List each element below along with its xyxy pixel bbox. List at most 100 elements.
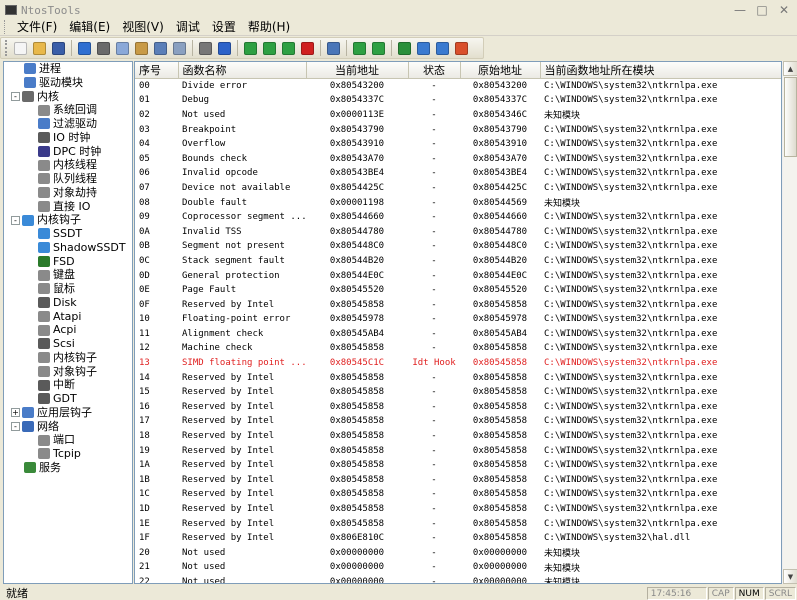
tree-item[interactable]: 队列线程 bbox=[4, 172, 132, 186]
table-row[interactable]: 00 Divide error 0x80543200 - 0x80543200 C:\WI… bbox=[135, 79, 781, 94]
table-row[interactable]: 1B Reserved by Intel 0x80545858 - 0x80545858… bbox=[135, 473, 781, 488]
tree-item[interactable]: 内核线程 bbox=[4, 158, 132, 172]
table-row[interactable]: 0E Page Fault 0x80545520 - 0x80545520 C:\WIND… bbox=[135, 283, 781, 298]
tree-item[interactable]: Acpi bbox=[4, 323, 132, 337]
tree-item[interactable]: 进程 bbox=[4, 62, 132, 76]
save-button[interactable] bbox=[50, 40, 67, 57]
table-row[interactable]: 0F Reserved by Intel 0x80545858 - 0x80545858… bbox=[135, 297, 781, 312]
tree-item[interactable]: FSD bbox=[4, 255, 132, 269]
monitor-button[interactable] bbox=[396, 40, 413, 57]
column-module[interactable]: 当前函数地址所在模块 bbox=[540, 62, 781, 79]
table-row[interactable]: 08 Double fault 0x00001198 - 0x80544569 未知模块 bbox=[135, 195, 781, 210]
column-current-address[interactable]: 当前地址 bbox=[306, 62, 409, 79]
tree-item[interactable]: - 网络 bbox=[4, 420, 132, 434]
tree-item[interactable]: - 内核钩子 bbox=[4, 213, 132, 227]
tree-item[interactable]: 中断 bbox=[4, 378, 132, 392]
minimize-button[interactable]: — bbox=[731, 2, 749, 18]
tree-item[interactable]: 驱动模块 bbox=[4, 76, 132, 90]
table-row[interactable]: 04 Overflow 0x80543910 - 0x80543910 C:\WINDOW… bbox=[135, 137, 781, 152]
delete-button[interactable] bbox=[171, 40, 188, 57]
search-button[interactable] bbox=[325, 40, 342, 57]
table-row[interactable]: 12 Machine check 0x80545858 - 0x80545858 C:\W… bbox=[135, 341, 781, 356]
tree-item[interactable]: 端口 bbox=[4, 433, 132, 447]
table-row[interactable]: 21 Not used 0x00000000 - 0x00000000 未知模块 bbox=[135, 560, 781, 575]
table-row[interactable]: 06 Invalid opcode 0x80543BE4 - 0x80543BE4 C:\… bbox=[135, 166, 781, 181]
toolbar-grip[interactable] bbox=[5, 40, 8, 56]
collapse-icon[interactable]: - bbox=[11, 215, 20, 225]
scroll-up-button[interactable]: ▲ bbox=[783, 61, 797, 76]
scroll-down-button[interactable]: ▼ bbox=[783, 569, 797, 584]
menu-debug[interactable]: 调试 bbox=[170, 19, 206, 35]
vertical-scrollbar[interactable]: ▲ ▼ bbox=[782, 61, 797, 584]
table-row[interactable]: 20 Not used 0x00000000 - 0x00000000 未知模块 bbox=[135, 546, 781, 561]
tree-item[interactable]: 鼠标 bbox=[4, 282, 132, 296]
table-row[interactable]: 02 Not used 0x0000113E - 0x8054346C 未知模块 bbox=[135, 108, 781, 123]
table-row[interactable]: 11 Alignment check 0x80545AB4 - 0x80545AB4 C:… bbox=[135, 327, 781, 342]
tree-item[interactable]: ShadowSSDT bbox=[4, 241, 132, 255]
column-original-address[interactable]: 原始地址 bbox=[460, 62, 541, 79]
table-row[interactable]: 13 SIMD floating point ... 0x80545C1C Idt H… bbox=[135, 356, 781, 371]
table-row[interactable]: 09 Coprocessor segment ... 0x80544660 - 0x80… bbox=[135, 210, 781, 225]
table-row[interactable]: 07 Device not available 0x8054425C - 0x80544… bbox=[135, 181, 781, 196]
tree-item[interactable]: Atapi bbox=[4, 310, 132, 324]
close-button[interactable] bbox=[299, 40, 316, 57]
table-row[interactable]: 19 Reserved by Intel 0x80545858 - 0x80545858… bbox=[135, 443, 781, 458]
table-row[interactable]: 17 Reserved by Intel 0x80545858 - 0x80545858… bbox=[135, 414, 781, 429]
tree-item[interactable]: 直接 IO bbox=[4, 200, 132, 214]
palette-button[interactable] bbox=[453, 40, 470, 57]
column-status[interactable]: 状态 bbox=[408, 62, 461, 79]
tree-item[interactable]: Scsi bbox=[4, 337, 132, 351]
tree-item[interactable]: - 内核 bbox=[4, 90, 132, 104]
menu-file[interactable]: 文件(F) bbox=[11, 19, 63, 35]
collapse-icon[interactable]: - bbox=[11, 91, 20, 101]
tree-item[interactable]: IO 时钟 bbox=[4, 131, 132, 145]
menu-grip[interactable] bbox=[4, 19, 7, 34]
menu-help[interactable]: 帮助(H) bbox=[242, 19, 296, 35]
tree-item[interactable]: DPC 时钟 bbox=[4, 145, 132, 159]
tree-item[interactable]: 键盘 bbox=[4, 268, 132, 282]
tree-item[interactable]: 对象劫持 bbox=[4, 186, 132, 200]
maximize-button[interactable]: □ bbox=[753, 2, 771, 18]
help-button[interactable] bbox=[216, 40, 233, 57]
tree-item[interactable]: Disk bbox=[4, 296, 132, 310]
table-row[interactable]: 1C Reserved by Intel 0x80545858 - 0x80545858… bbox=[135, 487, 781, 502]
tree-item[interactable]: 对象钩子 bbox=[4, 365, 132, 379]
table-row[interactable]: 16 Reserved by Intel 0x80545858 - 0x80545858… bbox=[135, 400, 781, 415]
table-row[interactable]: 1D Reserved by Intel 0x80545858 - 0x80545858… bbox=[135, 502, 781, 517]
up-button[interactable] bbox=[261, 40, 278, 57]
refresh-button[interactable] bbox=[434, 40, 451, 57]
table-row[interactable]: 14 Reserved by Intel 0x80545858 - 0x80545858… bbox=[135, 370, 781, 385]
gear-button[interactable] bbox=[415, 40, 432, 57]
table-row[interactable]: 15 Reserved by Intel 0x80545858 - 0x80545858… bbox=[135, 385, 781, 400]
down-button[interactable] bbox=[280, 40, 297, 57]
paste-button[interactable] bbox=[133, 40, 150, 57]
table-row[interactable]: 22 Not used 0x00000000 - 0x00000000 未知模块 bbox=[135, 575, 781, 583]
close-button[interactable]: ✕ bbox=[775, 2, 793, 18]
tree-item[interactable]: + 应用层钩子 bbox=[4, 406, 132, 420]
tree-item[interactable]: 内核钩子 bbox=[4, 351, 132, 365]
copy-button[interactable] bbox=[114, 40, 131, 57]
menu-view[interactable]: 视图(V) bbox=[116, 19, 170, 35]
tree-item[interactable]: SSDT bbox=[4, 227, 132, 241]
scroll-thumb[interactable] bbox=[784, 77, 797, 157]
table-row[interactable]: 03 Breakpoint 0x80543790 - 0x80543790 C:\WIND… bbox=[135, 122, 781, 137]
tree-item[interactable]: 系统回调 bbox=[4, 103, 132, 117]
table-row[interactable]: 05 Bounds check 0x80543A70 - 0x80543A70 C:\WI… bbox=[135, 151, 781, 166]
open-button[interactable] bbox=[31, 40, 48, 57]
table-row[interactable]: 0A Invalid TSS 0x80544780 - 0x80544780 C:\WIN… bbox=[135, 224, 781, 239]
collapse-icon[interactable]: - bbox=[11, 421, 20, 431]
tree-item[interactable]: GDT bbox=[4, 392, 132, 406]
menu-edit[interactable]: 编辑(E) bbox=[63, 19, 116, 35]
table-row[interactable]: 1E Reserved by Intel 0x80545858 - 0x80545858… bbox=[135, 516, 781, 531]
new-button[interactable] bbox=[12, 40, 29, 57]
add-button[interactable] bbox=[242, 40, 259, 57]
pause-button[interactable] bbox=[370, 40, 387, 57]
tree-item[interactable]: 服务 bbox=[4, 461, 132, 475]
tree-item[interactable]: 过滤驱动 bbox=[4, 117, 132, 131]
properties-button[interactable] bbox=[152, 40, 169, 57]
navigation-tree[interactable]: 进程 驱动模块 - 内核 系统回调 过滤驱动 IO 时钟 DPC 时钟 内核线程 队列线程 对象劫持… bbox=[3, 61, 133, 584]
table-row[interactable]: 0B Segment not present 0x805448C0 - 0x805448… bbox=[135, 239, 781, 254]
table-row[interactable]: 0D General protection 0x80544E0C - 0x80544E0… bbox=[135, 268, 781, 283]
table-row[interactable]: 0C Stack segment fault 0x80544B20 - 0x80544B… bbox=[135, 254, 781, 269]
print-button[interactable] bbox=[197, 40, 214, 57]
